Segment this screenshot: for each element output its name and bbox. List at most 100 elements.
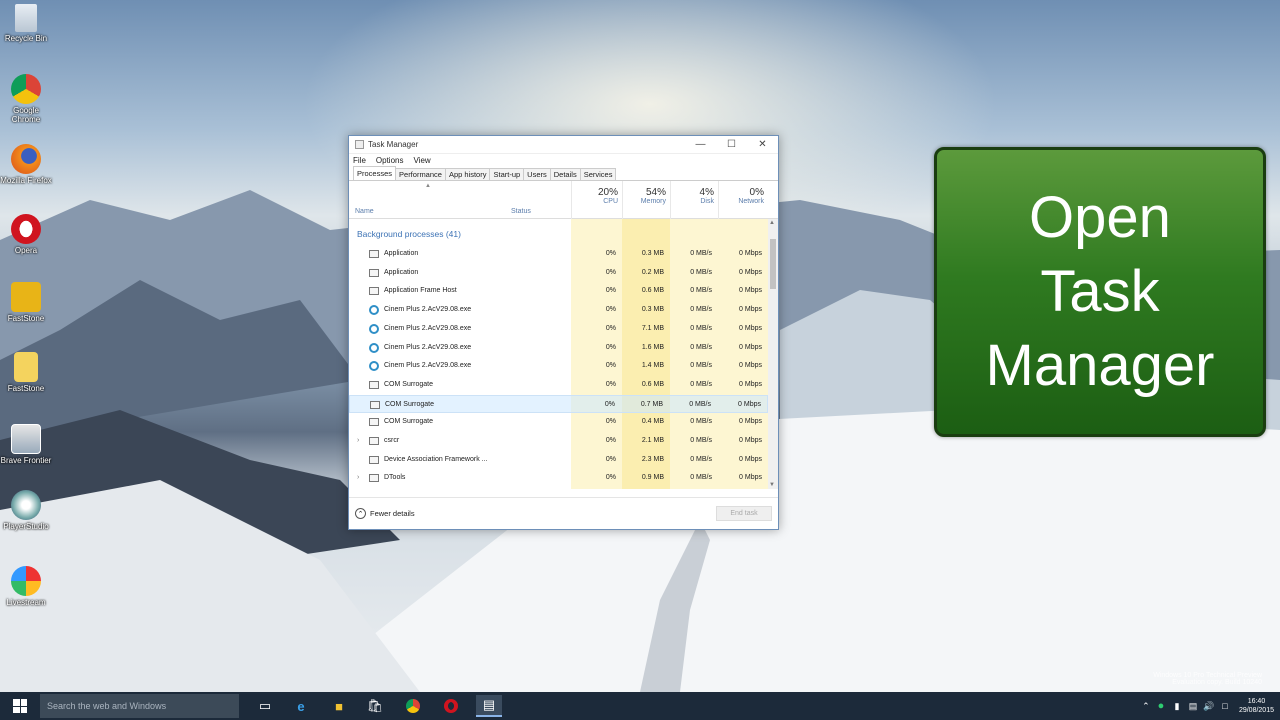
desktop-icon-faststone[interactable]: FastStone: [0, 282, 52, 323]
tab-processes[interactable]: Processes: [353, 166, 397, 180]
clock[interactable]: 16:40 29/08/2015: [1233, 697, 1280, 715]
process-disk: 0 MB/s: [690, 380, 712, 388]
task-view-icon[interactable]: ▭: [252, 695, 278, 717]
end-task-button[interactable]: End task: [716, 506, 772, 521]
process-network: 0 Mbps: [739, 343, 762, 351]
minimize-button[interactable]: —: [685, 136, 716, 152]
desktop-icon-playerstudio[interactable]: PlayerStudio: [0, 490, 52, 531]
menu-options[interactable]: Options: [376, 156, 404, 165]
tab-details[interactable]: Details: [549, 168, 581, 180]
desktop-icon-opera[interactable]: Opera: [0, 214, 52, 255]
table-row[interactable]: Cinem Plus 2.AcV29.08.exe 0% 0.3 MB 0 MB/s 0…: [349, 301, 768, 320]
task-manager-icon: [355, 140, 364, 149]
chevron-up-icon[interactable]: ⌃: [1139, 695, 1153, 717]
menu-file[interactable]: File: [353, 156, 366, 165]
tab-services[interactable]: Services: [579, 168, 617, 180]
table-row[interactable]: Cinem Plus 2.AcV29.08.exe 0% 1.6 MB 0 MB/s 0…: [349, 339, 768, 358]
panel-line-1: Open: [1029, 185, 1171, 250]
expand-chevron-icon[interactable]: ›: [357, 474, 359, 481]
volume-icon[interactable]: 🔊: [1201, 695, 1217, 717]
column-memory[interactable]: 54% Memory: [622, 181, 670, 219]
notifications-icon[interactable]: □: [1217, 695, 1233, 717]
vertical-scrollbar[interactable]: ▲ ▼: [768, 219, 778, 489]
table-row[interactable]: › DTools 0% 0.9 MB 0 MB/s 0 Mbps: [349, 469, 768, 488]
desktop-icon-firefox[interactable]: Mozilla Firefox: [0, 144, 52, 185]
chevron-up-icon: ⌃: [355, 508, 366, 519]
desktop-icon-label: Google Chrome: [11, 106, 41, 124]
chrome-icon: [11, 74, 41, 104]
start-button[interactable]: [0, 692, 40, 720]
column-cpu[interactable]: 20% CPU: [571, 181, 622, 219]
desktop-icon-folder[interactable]: FastStone: [0, 352, 52, 393]
title-bar[interactable]: Task Manager — ☐ ✕: [349, 136, 778, 154]
expand-chevron-icon[interactable]: ›: [357, 437, 359, 444]
chrome-taskbar-icon[interactable]: [400, 695, 426, 717]
process-network: 0 Mbps: [739, 250, 762, 257]
scrollbar-thumb[interactable]: [770, 239, 776, 289]
network-icon[interactable]: ▤: [1185, 695, 1201, 717]
app-tray-icon[interactable]: ●: [1153, 695, 1169, 717]
table-row[interactable]: Application 0% 0.3 MB 0 MB/s 0 Mbps: [349, 245, 768, 264]
table-row[interactable]: Application Frame Host 0% 0.6 MB 0 MB/s 0 Mb…: [349, 282, 768, 301]
system-tray: ⌃ ● ▮ ▤ 🔊 □ 16:40 29/08/2015: [1139, 692, 1280, 720]
close-button[interactable]: ✕: [747, 136, 778, 152]
table-row[interactable]: COM Surrogate 0% 0.4 MB 0 MB/s 0 Mbps: [349, 413, 768, 432]
table-row[interactable]: COM Surrogate 0% 0.7 MB 0 MB/s 0 Mbps: [349, 394, 768, 414]
process-network: 0 Mbps: [739, 437, 762, 444]
table-row[interactable]: COM Surrogate 0% 0.6 MB 0 MB/s 0 Mbps: [349, 376, 768, 395]
process-memory: 0.4 MB: [641, 418, 664, 426]
desktop-icon-label: FastStone: [7, 384, 45, 393]
column-disk[interactable]: 4% Disk: [670, 181, 718, 219]
process-cpu: 0%: [605, 380, 616, 388]
process-name: COM Surrogate: [384, 380, 434, 388]
tab-app-history[interactable]: App history: [444, 168, 491, 180]
window-process-icon: [369, 250, 379, 258]
memory-total: 54%: [645, 187, 666, 198]
desktop-icon-chrome[interactable]: Google Chrome: [0, 74, 52, 124]
column-status[interactable]: Status: [511, 208, 531, 215]
menu-view[interactable]: View: [413, 156, 430, 165]
desktop-icon-brave-frontier[interactable]: Brave Frontier: [0, 424, 52, 465]
desktop-icon-label: Mozilla Firefox: [0, 176, 52, 185]
window-title: Task Manager: [368, 140, 419, 149]
scroll-down-icon[interactable]: ▼: [769, 482, 775, 488]
process-memory: 0.6 MB: [641, 287, 664, 295]
tab-users[interactable]: Users: [523, 168, 551, 180]
store-icon[interactable]: 🛍: [362, 695, 388, 717]
desktop-icon-recycle-bin[interactable]: Recycle Bin: [0, 4, 52, 43]
battery-icon[interactable]: ▮: [1169, 695, 1185, 717]
process-name: Application Frame Host: [384, 287, 457, 295]
window-process-icon: [369, 437, 379, 445]
folder-icon: [14, 352, 38, 382]
table-row[interactable]: Application 0% 0.2 MB 0 MB/s 0 Mbps: [349, 264, 768, 283]
tab-performance[interactable]: Performance: [395, 168, 446, 180]
column-headers: ▲ Name Status 20% CPU 54% Memory 4% Disk…: [349, 181, 778, 219]
table-row[interactable]: Cinem Plus 2.AcV29.08.exe 0% 1.4 MB 0 MB/s 0…: [349, 357, 768, 376]
edge-icon[interactable]: e: [288, 695, 314, 717]
process-memory: 0.7 MB: [640, 400, 663, 408]
process-cpu: 0%: [605, 437, 616, 444]
opera-taskbar-icon[interactable]: [438, 695, 464, 717]
task-manager-window: Task Manager — ☐ ✕ File Options View Pro…: [348, 135, 779, 530]
table-row[interactable]: › csrcr 0% 2.1 MB 0 MB/s 0 Mbps: [349, 432, 768, 451]
cpu-total: 20%: [597, 187, 618, 198]
column-network[interactable]: 0% Network: [718, 181, 768, 219]
column-name[interactable]: Name: [355, 208, 374, 215]
process-network: 0 Mbps: [739, 268, 762, 276]
panel-line-3: Manager: [985, 333, 1215, 398]
fewer-details-button[interactable]: ⌃ Fewer details: [355, 508, 415, 519]
process-memory: 0.9 MB: [641, 474, 664, 482]
process-cpu: 0%: [605, 343, 616, 351]
table-row[interactable]: Cinem Plus 2.AcV29.08.exe 0% 7.1 MB 0 MB/s 0…: [349, 320, 768, 339]
table-row[interactable]: Device Association Framework ... 0% 2.3 MB…: [349, 451, 768, 470]
file-explorer-icon[interactable]: ■: [326, 695, 352, 717]
group-header: Background processes (41): [357, 229, 461, 239]
scroll-up-icon[interactable]: ▲: [769, 220, 775, 226]
process-cpu: 0%: [604, 400, 615, 408]
tab-start-up[interactable]: Start-up: [489, 168, 525, 180]
app-process-icon: [369, 323, 379, 334]
search-box[interactable]: Search the web and Windows: [40, 694, 239, 718]
desktop-icon-livestream[interactable]: Livestream: [0, 566, 52, 607]
task-manager-taskbar-icon[interactable]: ▤: [476, 695, 502, 717]
maximize-button[interactable]: ☐: [716, 136, 747, 152]
